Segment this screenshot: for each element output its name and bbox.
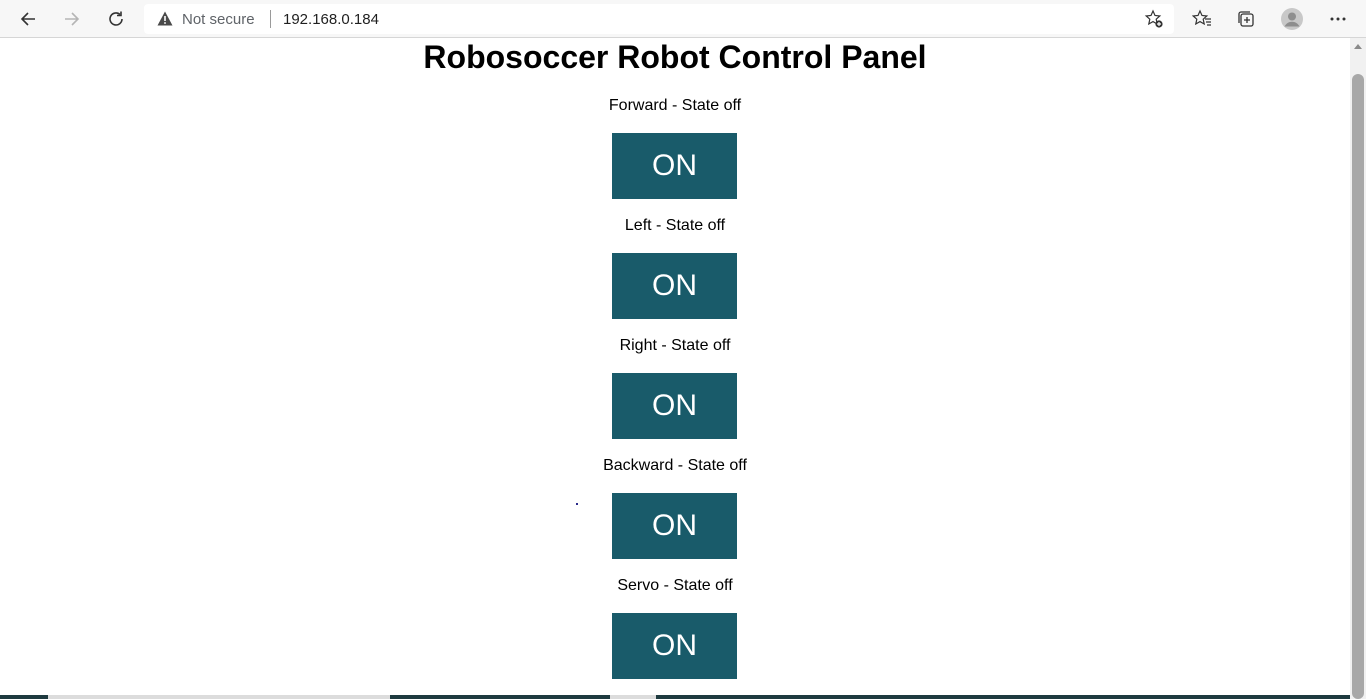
scroll-up-arrow-icon[interactable] <box>1350 38 1366 54</box>
right-on-button[interactable]: ON <box>612 373 737 439</box>
servo-on-button[interactable]: ON <box>612 613 737 679</box>
back-arrow-icon[interactable] <box>12 3 44 35</box>
taskbar-segment <box>48 695 390 699</box>
star-plus-icon[interactable] <box>1144 9 1164 29</box>
right-state-label: Right - State off <box>619 337 731 354</box>
browser-toolbar: Not secure 192.168.0.184 <box>0 0 1366 38</box>
taskbar-segment <box>610 695 656 699</box>
backward-state-label: Backward - State off <box>603 457 747 474</box>
page-title: Robosoccer Robot Control Panel <box>423 39 927 75</box>
taskbar-strip <box>0 695 1350 699</box>
address-bar[interactable]: Not secure 192.168.0.184 <box>144 4 1174 34</box>
collections-icon[interactable] <box>1230 3 1262 35</box>
avatar-icon[interactable] <box>1276 3 1308 35</box>
vertical-scrollbar[interactable] <box>1350 38 1366 699</box>
servo-state-label: Servo - State off <box>617 577 733 594</box>
forward-on-button[interactable]: ON <box>612 133 737 199</box>
left-on-button[interactable]: ON <box>612 253 737 319</box>
security-label[interactable]: Not secure <box>182 11 255 28</box>
warning-triangle-icon <box>157 11 173 31</box>
backward-on-button[interactable]: ON <box>612 493 737 559</box>
reload-icon[interactable] <box>100 3 132 35</box>
cursor-dot <box>576 503 578 505</box>
more-dots-icon[interactable] <box>1322 3 1354 35</box>
url-separator <box>270 10 271 28</box>
page-viewport: Robosoccer Robot Control Panel Forward -… <box>0 38 1350 699</box>
url-text[interactable]: 192.168.0.184 <box>283 11 379 28</box>
left-state-label: Left - State off <box>624 217 726 234</box>
favorites-icon[interactable] <box>1186 3 1218 35</box>
scrollbar-thumb[interactable] <box>1352 74 1364 699</box>
forward-state-label: Forward - State off <box>608 97 742 114</box>
forward-arrow-icon[interactable] <box>56 3 88 35</box>
